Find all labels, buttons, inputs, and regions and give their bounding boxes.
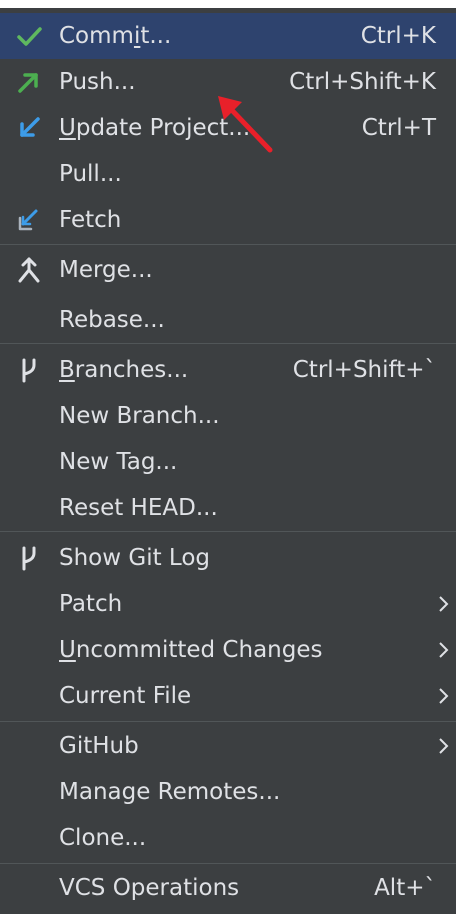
menu-item-push[interactable]: Push... Ctrl+Shift+K <box>0 59 456 105</box>
label-part: Push... <box>59 69 136 95</box>
menu-item-shortcut: Ctrl+T <box>361 115 436 141</box>
menu-item-current-file[interactable]: Current File <box>0 673 456 719</box>
label-part: pdate Project... <box>75 115 251 141</box>
menu-item-new-branch[interactable]: New Branch... <box>0 393 456 439</box>
label-part: Rebase... <box>59 307 165 333</box>
menu-separator <box>0 244 456 245</box>
vcs-menu: Commit... Ctrl+K Push... Ctrl+Shift+K Update… <box>0 0 456 914</box>
menu-item-label: Show Git Log <box>59 542 210 574</box>
label-part: Manage Remotes... <box>59 779 281 805</box>
label-part: VCS Operations <box>59 875 240 901</box>
mnemonic-letter: B <box>59 357 75 383</box>
checkmark-icon <box>14 21 44 51</box>
menu-item-shortcut: Ctrl+Shift+K <box>289 69 436 95</box>
menu-item-manage-remotes[interactable]: Manage Remotes... <box>0 769 456 815</box>
label-part: ranches... <box>74 357 189 383</box>
menu-item-label: Update Project... <box>59 112 250 144</box>
menu-item-fetch[interactable]: Fetch <box>0 197 456 243</box>
menu-item-clone[interactable]: Clone... <box>0 815 456 861</box>
menu-item-shortcut: Ctrl+K <box>360 23 436 49</box>
menu-item-commit[interactable]: Commit... Ctrl+K <box>0 13 456 59</box>
label-part: ncommitted Changes <box>75 637 323 663</box>
menu-separator <box>0 531 456 532</box>
menu-item-uncommitted-changes[interactable]: Uncommitted Changes <box>0 627 456 673</box>
menu-item-reset-head[interactable]: Reset HEAD... <box>0 485 456 531</box>
menu-item-label: Merge... <box>59 254 153 286</box>
menu-item-label: GitHub <box>59 730 139 762</box>
label-part: Current File <box>59 683 192 709</box>
label-part: New Branch... <box>59 403 220 429</box>
mnemonic-letter: U <box>59 637 76 663</box>
chevron-right-icon <box>438 737 450 755</box>
menu-item-update-project[interactable]: Update Project... Ctrl+T <box>0 105 456 151</box>
branch-icon <box>14 355 44 385</box>
menu-item-label: Branches... <box>59 354 188 386</box>
menu-top-edge <box>0 0 456 8</box>
label-part: GitHub <box>59 733 139 759</box>
menu-item-rebase[interactable]: Rebase... <box>0 297 456 343</box>
arrow-up-right-icon <box>14 67 44 97</box>
menu-separator <box>0 343 456 344</box>
mnemonic-letter: U <box>59 115 76 141</box>
menu-item-label: Fetch <box>59 204 121 236</box>
menu-item-label: Manage Remotes... <box>59 776 280 808</box>
menu-item-vcs-operations[interactable]: VCS Operations Alt+` <box>0 865 456 911</box>
menu-separator <box>0 863 456 864</box>
menu-item-label: Rebase... <box>59 304 165 336</box>
menu-item-label: New Tag... <box>59 446 177 478</box>
menu-item-github[interactable]: GitHub <box>0 723 456 769</box>
label-part: New Tag... <box>59 449 178 475</box>
menu-item-label: Clone... <box>59 822 146 854</box>
menu-item-shortcut: Ctrl+Shift+` <box>292 357 436 383</box>
label-part: t... <box>140 23 172 49</box>
menu-item-label: Current File <box>59 680 191 712</box>
menu-item-show-git-log[interactable]: Show Git Log <box>0 535 456 581</box>
menu-item-patch[interactable]: Patch <box>0 581 456 627</box>
label-part: Patch <box>59 591 123 617</box>
arrow-down-left-icon <box>14 113 44 143</box>
menu-separator <box>0 721 456 722</box>
merge-icon <box>14 255 44 285</box>
chevron-right-icon <box>438 595 450 613</box>
fetch-icon <box>14 205 44 235</box>
label-part: Show Git Log <box>59 545 210 571</box>
menu-item-label: Commit... <box>59 20 171 52</box>
menu-item-label: Reset HEAD... <box>59 492 218 524</box>
menu-item-branches[interactable]: Branches... Ctrl+Shift+` <box>0 347 456 393</box>
label-part: Reset HEAD... <box>59 495 218 521</box>
menu-item-label: Uncommitted Changes <box>59 634 322 666</box>
branch-icon <box>14 543 44 573</box>
menu-item-label: Push... <box>59 66 136 98</box>
chevron-right-icon <box>438 687 450 705</box>
menu-item-label: New Branch... <box>59 400 220 432</box>
menu-item-shortcut: Alt+` <box>374 875 436 901</box>
menu-item-label: Pull... <box>59 158 122 190</box>
menu-item-pull[interactable]: Pull... <box>0 151 456 197</box>
label-part: Clone... <box>59 825 147 851</box>
label-part: Pull... <box>59 161 122 187</box>
menu-item-label: Patch <box>59 588 122 620</box>
label-part: Merge... <box>59 257 153 283</box>
menu-item-merge[interactable]: Merge... <box>0 247 456 293</box>
chevron-right-icon <box>438 641 450 659</box>
menu-item-label: VCS Operations <box>59 872 239 904</box>
menu-item-new-tag[interactable]: New Tag... <box>0 439 456 485</box>
label-part: Comm <box>59 23 134 49</box>
label-part: Fetch <box>59 207 122 233</box>
